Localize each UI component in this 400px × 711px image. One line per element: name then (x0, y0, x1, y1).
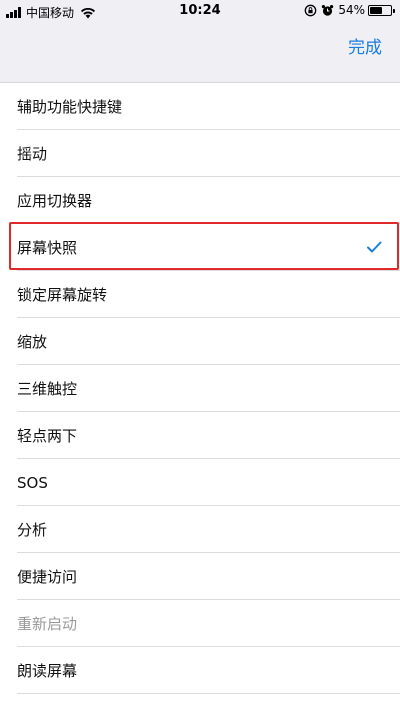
list-item: 重新启动 (0, 600, 400, 647)
list-item[interactable]: 轻点两下 (0, 412, 400, 459)
list-item[interactable]: 摇动 (0, 130, 400, 177)
done-button[interactable]: 完成 (348, 33, 382, 58)
list-item[interactable]: 辅助功能快捷键 (0, 83, 400, 130)
list-item-label: 便捷访问 (17, 568, 78, 586)
list-item-label: 缩放 (17, 333, 48, 351)
list-item-label: 应用切换器 (17, 192, 93, 210)
list-item-label: 屏幕快照 (17, 239, 78, 257)
battery-icon (368, 4, 395, 16)
alarm-icon (322, 4, 334, 16)
list-item[interactable]: 锁定屏幕旋转 (0, 271, 400, 318)
list-item[interactable] (0, 694, 400, 711)
list-item-label: 重新启动 (17, 615, 78, 633)
list-item-label: 摇动 (17, 145, 48, 163)
list-item-label: 辅助功能快捷键 (17, 98, 123, 116)
list-item-label: 朗读屏幕 (17, 662, 78, 680)
list-item-label: 分析 (17, 521, 48, 539)
status-bar-right: 54% (304, 3, 395, 17)
list-item-label: 锁定屏幕旋转 (17, 286, 108, 304)
list-item-label: 三维触控 (17, 380, 78, 398)
list-item[interactable]: 朗读屏幕 (0, 647, 400, 694)
shortcut-options-list: 辅助功能快捷键 摇动应用切换器屏幕快照锁定屏幕旋转 缩放三维触控轻点两下 SOS 分析便… (0, 82, 400, 711)
nav-bar: 完成 (0, 24, 400, 68)
list-item-label: 轻点两下 (17, 427, 78, 445)
list-item[interactable]: 应用切换器 (0, 177, 400, 224)
list-item[interactable]: 缩放 (0, 318, 400, 365)
list-item[interactable]: SOS (0, 459, 400, 506)
checkmark-icon (367, 241, 382, 253)
list-item[interactable]: 屏幕快照 (0, 224, 400, 271)
battery-percent: 54% (338, 3, 365, 17)
list-item-label: SOS (17, 473, 48, 492)
rotation-lock-icon (304, 4, 317, 16)
list-item[interactable]: 分析 (0, 506, 400, 553)
list-item[interactable]: 便捷访问 (0, 553, 400, 600)
list-item[interactable]: 三维触控 (0, 365, 400, 412)
screen: 中国移动 10:24 54% 完成 辅助功能快捷键 摇动 应用切换器 屏幕快照 … (0, 0, 400, 711)
status-bar: 中国移动 10:24 54% (0, 0, 400, 24)
